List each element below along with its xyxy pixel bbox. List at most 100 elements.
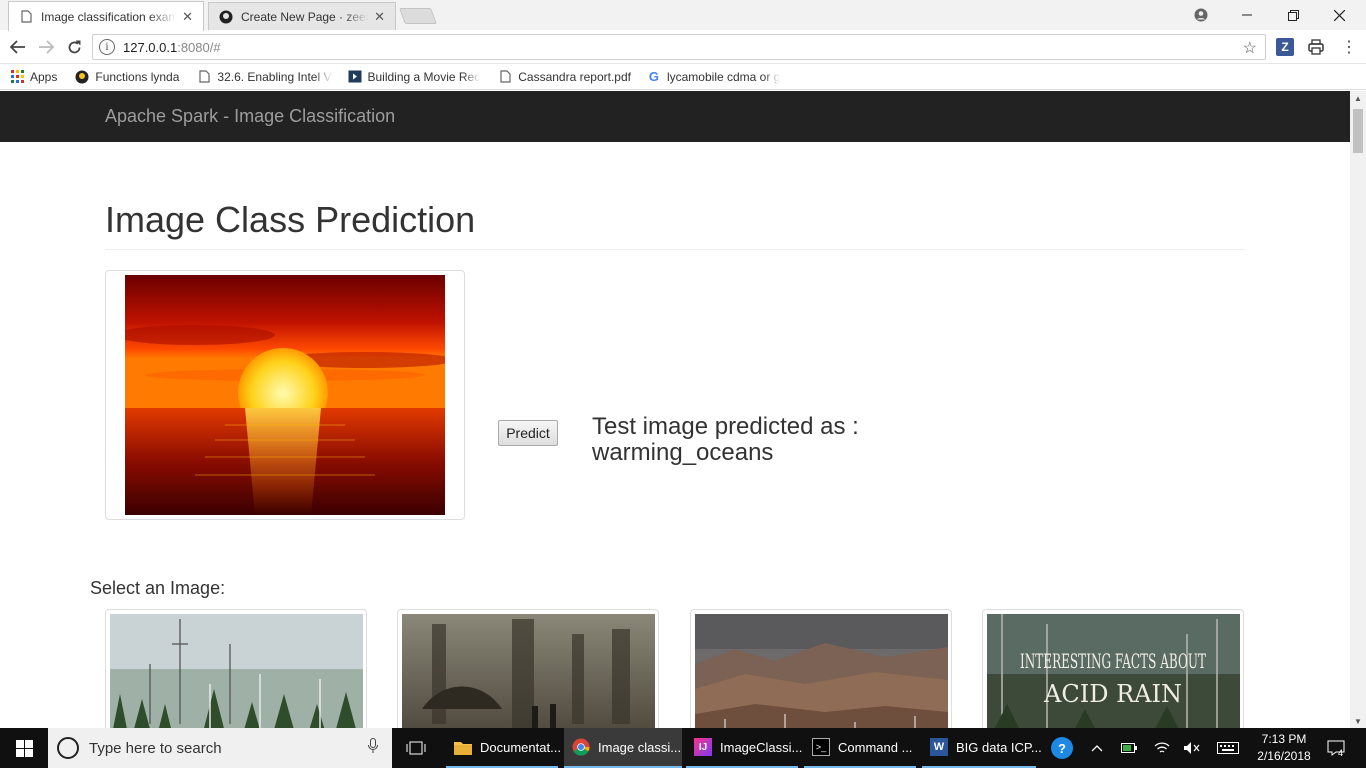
bookmark-functions-lynda[interactable]: Functions lynda xyxy=(75,70,179,84)
cmd-icon: >_ xyxy=(812,738,830,756)
word-icon: W xyxy=(930,738,948,756)
browser-tab-strip: Image classification exam ✕ Create New P… xyxy=(0,0,1366,31)
bookmark-label: Functions lynda xyxy=(95,69,180,84)
taskbar-item-word[interactable]: W BIG data ICP... xyxy=(922,728,1042,768)
taskbar-item-intellij[interactable]: IJ ImageClassi... xyxy=(686,728,802,768)
notification-count: 4 xyxy=(1338,748,1344,758)
address-bar-row: i 127.0.0.1:8080/# ☆ Z ⋮ xyxy=(0,30,1366,64)
bookmark-label: Cassandra report.pdf xyxy=(518,69,631,84)
bookmark-label: lycamobile cdma or g xyxy=(666,69,781,84)
selected-sunset-image xyxy=(125,275,445,515)
print-extension-icon[interactable] xyxy=(1307,38,1325,56)
scrollbar-thumb[interactable] xyxy=(1353,109,1363,153)
video-icon xyxy=(348,70,362,84)
bookmark-label: 32.6. Enabling Intel V xyxy=(217,69,332,84)
taskbar-clock[interactable]: 7:13 PM 2/16/2018 xyxy=(1252,731,1316,765)
minimize-icon[interactable] xyxy=(1224,0,1270,30)
acid-rain-caption-line2: ACID RAIN xyxy=(1043,680,1182,708)
page-title: Image Class Prediction xyxy=(105,199,476,240)
help-icon[interactable]: ? xyxy=(1048,728,1076,768)
info-icon[interactable]: i xyxy=(99,39,115,55)
taskbar-item-explorer[interactable]: Documentat... xyxy=(446,728,561,768)
gallery-image-forest[interactable] xyxy=(105,609,367,728)
keyboard-icon[interactable] xyxy=(1214,728,1242,768)
bookmark-enabling-intel[interactable]: 32.6. Enabling Intel V xyxy=(197,69,332,84)
taskbar-item-label: ImageClassi... xyxy=(720,739,803,755)
url-path: :8080/# xyxy=(177,39,221,55)
taskbar-search-placeholder: Type here to search xyxy=(89,739,222,757)
bookmark-cassandra-report[interactable]: Cassandra report.pdf xyxy=(498,70,631,84)
scroll-down-icon[interactable]: ▼ xyxy=(1350,714,1366,728)
profile-icon[interactable] xyxy=(1178,0,1224,30)
back-arrow-icon[interactable] xyxy=(7,36,29,58)
acid-rain-caption-line1: INTERESTING FACTS ABOUT xyxy=(1020,649,1206,673)
cortana-circle-icon xyxy=(57,737,79,759)
wifi-icon[interactable] xyxy=(1150,728,1174,768)
apps-grid-icon xyxy=(10,70,24,84)
bookmark-label: Apps xyxy=(30,69,58,84)
page-icon xyxy=(498,70,512,84)
window-controls xyxy=(1178,0,1362,30)
acid-rain-image: INTERESTING FACTS ABOUT ACID RAIN xyxy=(987,614,1240,728)
tray-chevron-up-icon[interactable] xyxy=(1086,728,1108,768)
task-view-icon[interactable] xyxy=(402,728,430,768)
github-icon xyxy=(219,10,233,24)
tab-create-new-page[interactable]: Create New Page · zeena ✕ xyxy=(208,2,396,30)
battery-icon[interactable] xyxy=(1118,728,1140,768)
forward-arrow-icon[interactable] xyxy=(35,36,57,58)
action-center-icon[interactable]: 4 xyxy=(1322,728,1350,768)
close-tab-icon[interactable]: ✕ xyxy=(374,9,385,25)
clock-time: 7:13 PM xyxy=(1261,732,1307,746)
new-tab-button[interactable] xyxy=(399,8,437,24)
bookmark-lycamobile[interactable]: G lycamobile cdma or g xyxy=(647,69,781,84)
tab-label: Create New Page · zeena xyxy=(241,9,369,24)
restore-icon[interactable] xyxy=(1270,0,1316,30)
top-navbar: Apache Spark - Image Classification xyxy=(0,91,1350,142)
taskbar-item-label: Image classi... xyxy=(598,739,682,755)
windows-start-icon[interactable] xyxy=(0,728,48,768)
close-tab-icon[interactable]: ✕ xyxy=(182,9,193,25)
ruined-city-image xyxy=(402,614,655,728)
taskbar-item-chrome[interactable]: Image classi... xyxy=(564,728,682,768)
gallery-image-acid-rain[interactable]: INTERESTING FACTS ABOUT ACID RAIN xyxy=(982,609,1244,728)
close-window-icon[interactable] xyxy=(1316,0,1362,30)
bookmark-apps[interactable]: Apps xyxy=(10,70,57,84)
chrome-icon xyxy=(572,738,590,756)
folder-icon xyxy=(454,738,472,756)
select-image-label: Select an Image: xyxy=(90,578,226,598)
navbar-brand[interactable]: Apache Spark - Image Classification xyxy=(105,106,395,127)
scroll-up-icon[interactable]: ▲ xyxy=(1350,91,1366,105)
google-icon: G xyxy=(648,69,660,84)
taskbar-search-box[interactable]: Type here to search xyxy=(48,728,392,768)
page-viewport: Apache Spark - Image Classification Imag… xyxy=(0,91,1350,728)
taskbar-item-label: Command ... xyxy=(838,739,913,755)
url-field[interactable]: i 127.0.0.1:8080/# ☆ xyxy=(92,34,1266,60)
bookmark-movie-rec[interactable]: Building a Movie Rec xyxy=(348,69,481,84)
page-icon xyxy=(197,70,211,84)
tab-label: Image classification exam xyxy=(41,9,177,24)
taskbar-item-label: BIG data ICP... xyxy=(956,739,1042,755)
menu-kebab-icon[interactable]: ⋮ xyxy=(1340,38,1358,56)
taskbar-item-command[interactable]: >_ Command ... xyxy=(804,728,916,768)
tab-image-classification[interactable]: Image classification exam ✕ xyxy=(8,1,204,31)
lynda-icon xyxy=(75,70,89,84)
mountain-range-image xyxy=(695,614,948,728)
volume-muted-icon[interactable] xyxy=(1180,728,1204,768)
gallery-image-ruins[interactable] xyxy=(397,609,659,728)
page-scrollbar[interactable]: ▲ ▼ xyxy=(1350,91,1366,728)
reload-icon[interactable] xyxy=(63,36,85,58)
taskbar-item-label: Documentat... xyxy=(480,739,561,755)
url-host: 127.0.0.1 xyxy=(123,39,178,55)
bookmark-star-icon[interactable]: ☆ xyxy=(1243,38,1257,58)
bookmark-label: Building a Movie Rec xyxy=(367,69,481,84)
microphone-icon[interactable] xyxy=(368,738,378,758)
prediction-result-value: warming_oceans xyxy=(592,439,774,466)
prediction-result-label: Test image predicted as : xyxy=(592,413,859,440)
selected-image-thumbnail xyxy=(105,270,465,520)
intellij-icon: IJ xyxy=(694,738,712,756)
gallery-image-mountains[interactable] xyxy=(690,609,952,728)
windows-taskbar: Type here to search Documentat... Image … xyxy=(0,728,1366,768)
extension-z-icon[interactable]: Z xyxy=(1276,38,1294,56)
clock-date: 2/16/2018 xyxy=(1257,749,1311,763)
predict-button[interactable]: Predict xyxy=(498,420,558,446)
